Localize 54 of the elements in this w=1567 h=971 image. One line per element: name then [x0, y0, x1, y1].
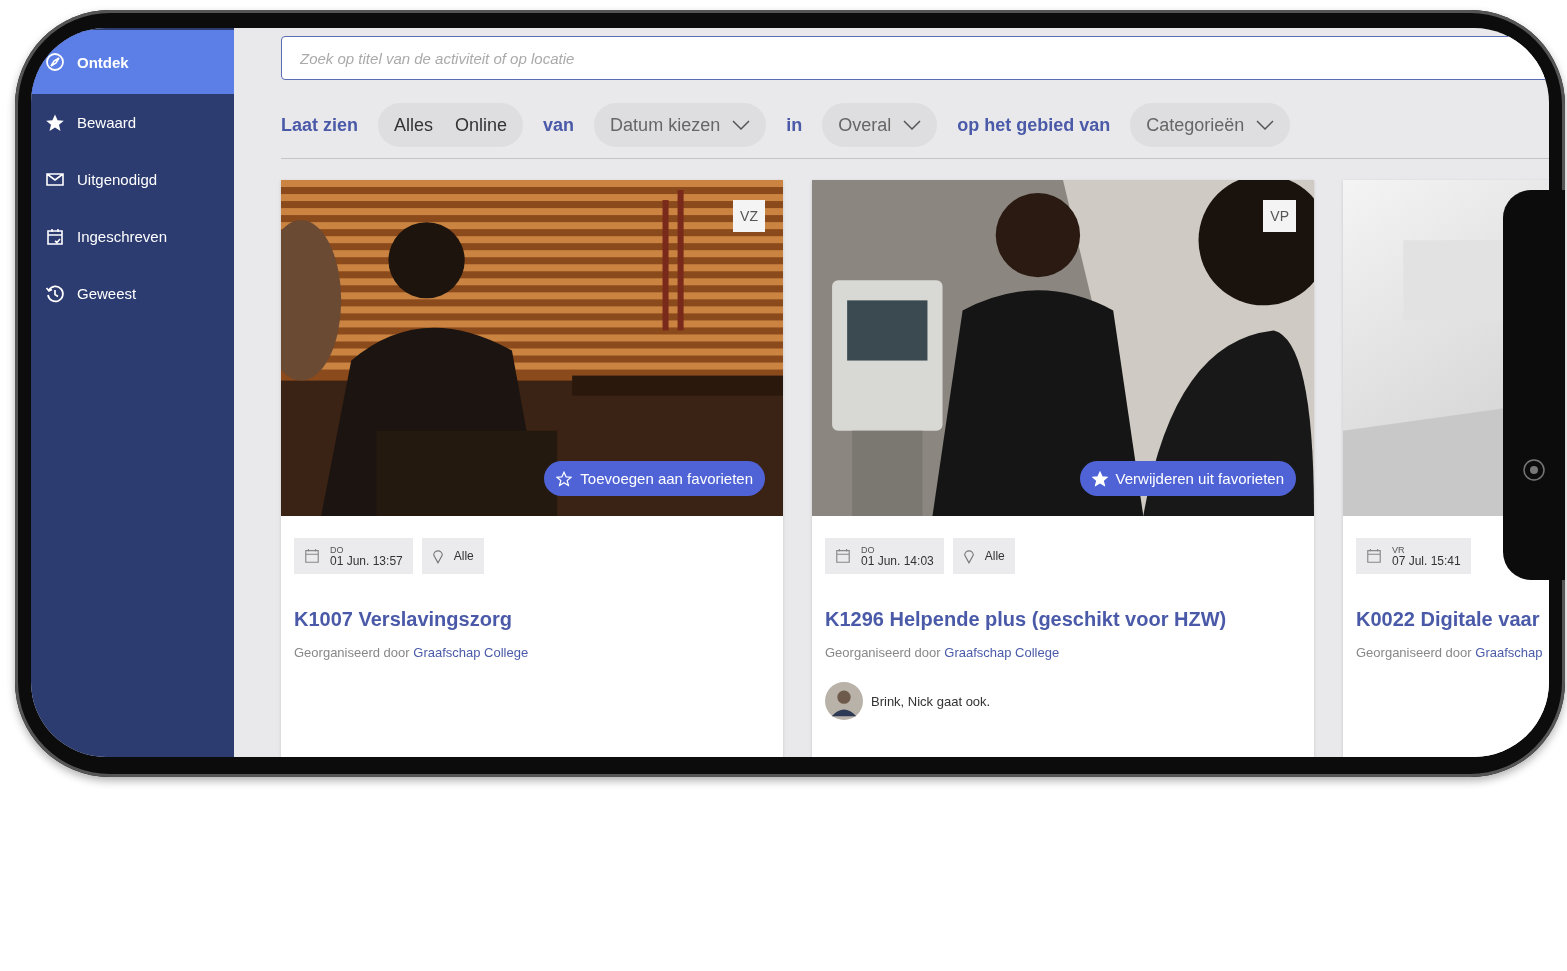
date-text: 01 Jun. 14:03 [861, 554, 934, 567]
filter-label: van [543, 114, 575, 136]
calendar-icon [304, 548, 320, 564]
date-text: 07 Jul. 15:41 [1392, 554, 1461, 567]
calendar-icon [835, 548, 851, 564]
toggle-option[interactable]: Online [455, 114, 508, 136]
chevron-down-icon [903, 120, 922, 130]
weekday-text: VR [1392, 545, 1406, 555]
filter-dropdown[interactable]: Overal [822, 103, 938, 147]
activity-title[interactable]: K0022 Digitale vaar [1356, 608, 1549, 631]
sidebar-item[interactable]: Ingeschreven [31, 208, 234, 265]
weekday-text: DO [330, 545, 345, 555]
toggle-option[interactable]: Alles [394, 114, 434, 136]
organizer-link[interactable]: Graafschap [1475, 645, 1543, 660]
attendee-text: Brink, Nick gaat ook. [871, 693, 991, 709]
sidebar-item[interactable]: Geweest [31, 265, 234, 322]
star-icon [556, 470, 573, 487]
filter-label: in [786, 114, 803, 136]
filter-dropdown[interactable]: Categorieën [1130, 103, 1291, 147]
organizer-label: Georganiseerd door [825, 645, 941, 660]
location-text: Alle [453, 549, 474, 563]
favorite-button[interactable]: Toevoegen aan favorieten [544, 461, 765, 496]
activity-title[interactable]: K1007 Verslavingszorg [294, 608, 770, 631]
compass-icon [45, 52, 65, 72]
organizer-link[interactable]: Graafschap College [413, 645, 529, 660]
sidebar-item[interactable]: Ontdek [31, 30, 234, 94]
chevron-down-icon [1256, 120, 1275, 130]
filter-label: op het gebied van [957, 114, 1111, 136]
favorite-button[interactable]: Verwijderen uit favorieten [1079, 461, 1296, 496]
initials-badge: VZ [733, 200, 765, 232]
initials-badge: VP [1263, 200, 1296, 232]
avatar-icon [825, 682, 863, 720]
location-text: Alle [984, 549, 1005, 563]
star-icon [1091, 470, 1108, 487]
calendar-icon [45, 226, 65, 247]
sidebar-item[interactable]: Bewaard [31, 94, 234, 151]
camera-icon [1522, 458, 1546, 482]
filter-dropdown[interactable]: Datum kiezen [594, 103, 767, 147]
activity-title[interactable]: K1296 Helpende plus (geschikt voor HZW) [825, 608, 1301, 631]
sidebar-item[interactable]: Uitgenodigd [31, 151, 234, 208]
filter-label: Laat zien [281, 114, 359, 136]
mode-toggle[interactable]: Alles Online [378, 103, 524, 147]
chevron-down-icon [732, 120, 751, 130]
location-pin-icon [431, 548, 444, 564]
organizer-label: Georganiseerd door [1356, 645, 1472, 660]
history-icon [45, 283, 65, 304]
activity-card[interactable]: VZ Toevoegen aan favorieten DO 01 Jun. 13:57 Alle K1007 Verslavingszorg Georganiseerd door Graafschap College [281, 180, 783, 757]
organizer-link[interactable]: Graafschap College [944, 645, 1060, 660]
location-pin-icon [962, 548, 975, 564]
organizer-label: Georganiseerd door [294, 645, 410, 660]
calendar-icon [1366, 548, 1382, 564]
activity-card[interactable]: VP Verwijderen uit favorieten DO 01 Jun. 14:03 Alle K1296 Helpende plus (geschikt voor HZW) Georganiseerd door Graafschap College Brink, Nick gaat ook. [812, 180, 1314, 757]
date-text: 01 Jun. 13:57 [330, 554, 403, 567]
weekday-text: DO [861, 545, 876, 555]
